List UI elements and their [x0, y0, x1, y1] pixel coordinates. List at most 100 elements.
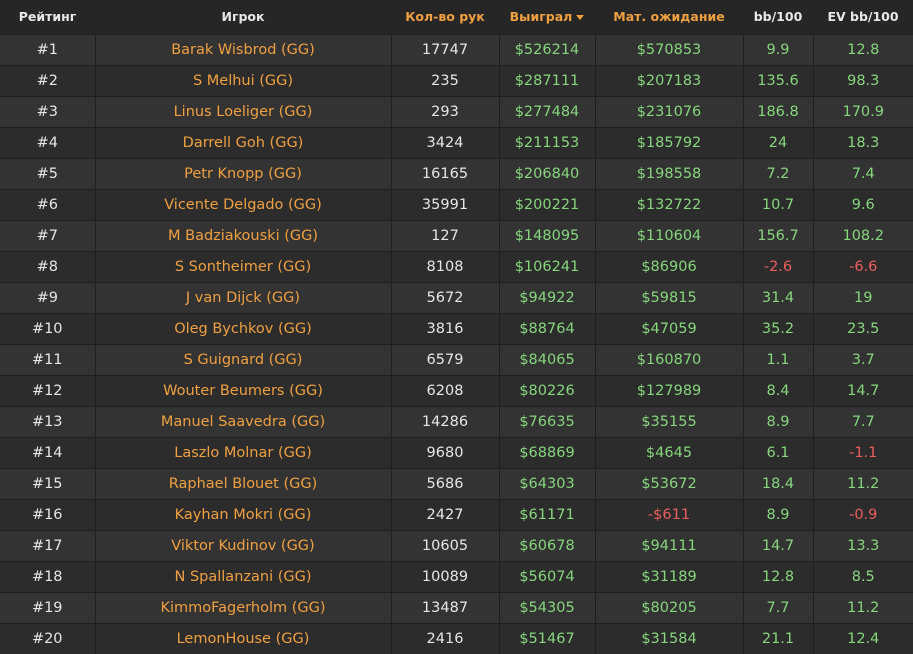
won-cell: $526214 — [498, 33, 595, 65]
bb100-cell: 156.7 — [742, 219, 813, 251]
player-link[interactable]: Barak Wisbrod (GG) — [94, 33, 391, 65]
table-row[interactable]: #16 Kayhan Mokri (GG) 2427 $61171 -$611 8.9 -0… — [0, 498, 913, 530]
player-link[interactable]: Manuel Saavedra (GG) — [94, 405, 391, 437]
ev-cell: $132722 — [594, 188, 743, 220]
table-row[interactable]: #6 Vicente Delgado (GG) 35991 $200221 $13272… — [0, 188, 913, 220]
ev-cell: $4645 — [594, 436, 743, 468]
table-row[interactable]: #18 N Spallanzani (GG) 10089 $56074 $31189 12… — [0, 560, 913, 592]
bb100-cell: 6.1 — [742, 436, 813, 468]
table-row[interactable]: #13 Manuel Saavedra (GG) 14286 $76635 $35155… — [0, 405, 913, 437]
evbb100-cell: 11.2 — [812, 591, 913, 623]
player-link[interactable]: Raphael Blouet (GG) — [94, 467, 391, 499]
hands-cell: 10089 — [390, 560, 499, 592]
header-bb100[interactable]: bb/100 — [743, 0, 813, 34]
player-link[interactable]: S Melhui (GG) — [94, 64, 391, 96]
table-row[interactable]: #11 S Guignard (GG) 6579 $84065 $160870 1.1 3.… — [0, 343, 913, 375]
sort-desc-icon — [576, 15, 585, 21]
evbb100-cell: -6.6 — [812, 250, 913, 282]
evbb100-cell: 19 — [812, 281, 913, 313]
rank-cell: #4 — [0, 126, 95, 158]
player-link[interactable]: KimmoFagerholm (GG) — [94, 591, 391, 623]
header-won[interactable]: Выиграл — [499, 0, 595, 34]
player-link[interactable]: Vicente Delgado (GG) — [94, 188, 391, 220]
table-row[interactable]: #3 Linus Loeliger (GG) 293 $277484 $231076 18… — [0, 95, 913, 127]
bb100-cell: 31.4 — [742, 281, 813, 313]
table-row[interactable]: #9 J van Dijck (GG) 5672 $94922 $59815 31.4 19 — [0, 281, 913, 313]
player-link[interactable]: J van Dijck (GG) — [94, 281, 391, 313]
hands-cell: 17747 — [390, 33, 499, 65]
evbb100-cell: 3.7 — [812, 343, 913, 375]
bb100-cell: 10.7 — [742, 188, 813, 220]
table-row[interactable]: #12 Wouter Beumers (GG) 6208 $80226 $127989 8… — [0, 374, 913, 406]
won-cell: $148095 — [498, 219, 595, 251]
rank-cell: #5 — [0, 157, 95, 189]
evbb100-cell: 23.5 — [812, 312, 913, 344]
ev-cell: $53672 — [594, 467, 743, 499]
won-cell: $206840 — [498, 157, 595, 189]
player-link[interactable]: Wouter Beumers (GG) — [94, 374, 391, 406]
player-link[interactable]: Viktor Kudinov (GG) — [94, 529, 391, 561]
won-cell: $60678 — [498, 529, 595, 561]
ev-cell: $35155 — [594, 405, 743, 437]
rank-cell: #1 — [0, 33, 95, 65]
header-hands[interactable]: Кол-во рук — [391, 0, 499, 34]
table-row[interactable]: #10 Oleg Bychkov (GG) 3816 $88764 $47059 35.2… — [0, 312, 913, 344]
ev-cell: $160870 — [594, 343, 743, 375]
table-row[interactable]: #20 LemonHouse (GG) 2416 $51467 $31584 21.1 12… — [0, 622, 913, 654]
evbb100-cell: 8.5 — [812, 560, 913, 592]
player-link[interactable]: Laszlo Molnar (GG) — [94, 436, 391, 468]
table-row[interactable]: #1 Barak Wisbrod (GG) 17747 $526214 $570853 9… — [0, 33, 913, 65]
player-link[interactable]: Petr Knopp (GG) — [94, 157, 391, 189]
table-row[interactable]: #2 S Melhui (GG) 235 $287111 $207183 135.6 98.… — [0, 64, 913, 96]
header-rank[interactable]: Рейтинг — [0, 0, 95, 34]
ev-cell: -$611 — [594, 498, 743, 530]
player-link[interactable]: LemonHouse (GG) — [94, 622, 391, 654]
hands-cell: 6208 — [390, 374, 499, 406]
table-row[interactable]: #17 Viktor Kudinov (GG) 10605 $60678 $94111 1… — [0, 529, 913, 561]
player-link[interactable]: Kayhan Mokri (GG) — [94, 498, 391, 530]
hands-cell: 2416 — [390, 622, 499, 654]
ev-cell: $31584 — [594, 622, 743, 654]
evbb100-cell: 98.3 — [812, 64, 913, 96]
won-cell: $61171 — [498, 498, 595, 530]
player-link[interactable]: S Guignard (GG) — [94, 343, 391, 375]
rank-cell: #2 — [0, 64, 95, 96]
player-link[interactable]: Linus Loeliger (GG) — [94, 95, 391, 127]
table-row[interactable]: #8 S Sontheimer (GG) 8108 $106241 $86906 -2.6… — [0, 250, 913, 282]
ev-cell: $94111 — [594, 529, 743, 561]
table-row[interactable]: #15 Raphael Blouet (GG) 5686 $64303 $53672 18… — [0, 467, 913, 499]
bb100-cell: 24 — [742, 126, 813, 158]
player-link[interactable]: M Badziakouski (GG) — [94, 219, 391, 251]
rank-cell: #7 — [0, 219, 95, 251]
player-link[interactable]: Darrell Goh (GG) — [94, 126, 391, 158]
won-cell: $68869 — [498, 436, 595, 468]
hands-cell: 13487 — [390, 591, 499, 623]
won-cell: $200221 — [498, 188, 595, 220]
won-cell: $56074 — [498, 560, 595, 592]
hands-cell: 35991 — [390, 188, 499, 220]
table-row[interactable]: #14 Laszlo Molnar (GG) 9680 $68869 $4645 6.1-… — [0, 436, 913, 468]
header-ev[interactable]: Мат. ожидание — [595, 0, 743, 34]
bb100-cell: 35.2 — [742, 312, 813, 344]
bb100-cell: 186.8 — [742, 95, 813, 127]
table-row[interactable]: #4 Darrell Goh (GG) 3424 $211153 $185792 24 18… — [0, 126, 913, 158]
header-evbb100[interactable]: EV bb/100 — [813, 0, 913, 34]
table-row[interactable]: #7 M Badziakouski (GG) 127 $148095 $110604 15… — [0, 219, 913, 251]
header-player[interactable]: Игрок — [95, 0, 391, 34]
hands-cell: 5686 — [390, 467, 499, 499]
evbb100-cell: 170.9 — [812, 95, 913, 127]
player-link[interactable]: N Spallanzani (GG) — [94, 560, 391, 592]
table-row[interactable]: #5 Petr Knopp (GG) 16165 $206840 $198558 7.2 7… — [0, 157, 913, 189]
player-link[interactable]: Oleg Bychkov (GG) — [94, 312, 391, 344]
rank-cell: #13 — [0, 405, 95, 437]
table-header: Рейтинг Игрок Кол-во рук Выиграл Мат. ож… — [0, 0, 913, 34]
rank-cell: #16 — [0, 498, 95, 530]
player-link[interactable]: S Sontheimer (GG) — [94, 250, 391, 282]
bb100-cell: 8.9 — [742, 498, 813, 530]
bb100-cell: 135.6 — [742, 64, 813, 96]
hands-cell: 5672 — [390, 281, 499, 313]
won-cell: $287111 — [498, 64, 595, 96]
rank-cell: #3 — [0, 95, 95, 127]
hands-cell: 293 — [390, 95, 499, 127]
table-row[interactable]: #19 KimmoFagerholm (GG) 13487 $54305 $80205 7… — [0, 591, 913, 623]
